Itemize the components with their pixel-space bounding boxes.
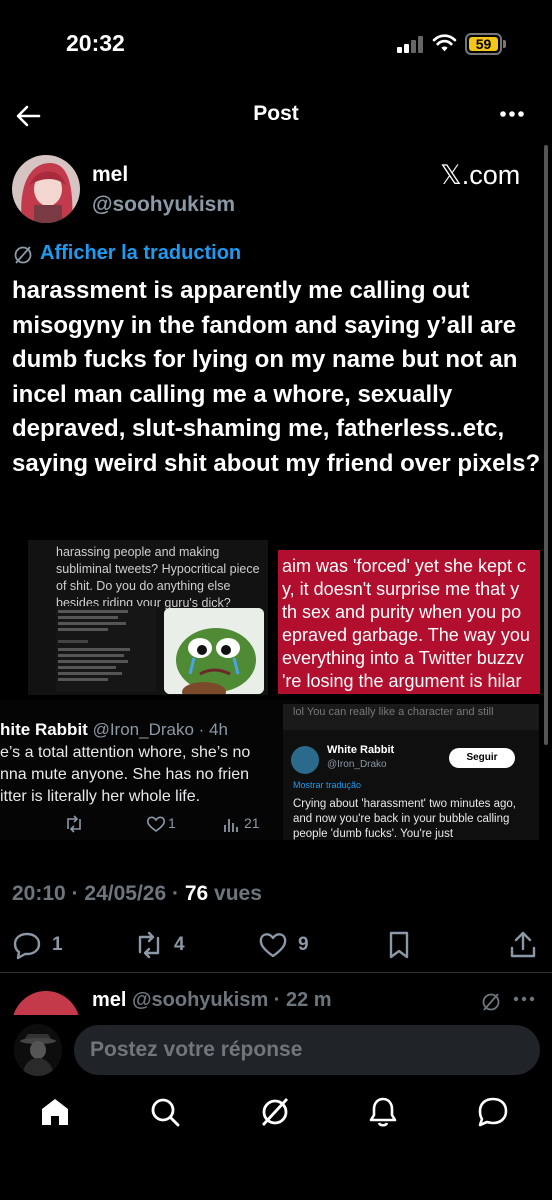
grok-icon bbox=[14, 246, 32, 264]
bookmark-button[interactable] bbox=[384, 925, 414, 965]
battery-level: 59 bbox=[469, 37, 498, 51]
scrollbar[interactable] bbox=[544, 145, 548, 745]
tab-search[interactable] bbox=[148, 1095, 188, 1135]
bottom-tab-bar bbox=[0, 1095, 552, 1145]
media-image-1[interactable]: harassing people and making subliminal t… bbox=[28, 540, 268, 695]
author-handle[interactable]: @soohyukism bbox=[92, 193, 235, 217]
views-label: vues bbox=[214, 882, 262, 905]
media-image-2[interactable]: aim was 'forced' yet she kept c y, it do… bbox=[278, 550, 540, 694]
media-4-follow-button: Seguir bbox=[449, 748, 515, 768]
source-logo: 𝕏.com bbox=[440, 160, 521, 190]
grok-icon[interactable] bbox=[480, 991, 502, 1013]
media-3-line: itter is literally her whole life. bbox=[0, 788, 201, 805]
tab-home[interactable] bbox=[38, 1095, 78, 1135]
reply-preview[interactable]: mel @soohyukism · 22 m bbox=[0, 985, 552, 1015]
reply-input[interactable]: Postez votre réponse bbox=[74, 1025, 540, 1075]
reply-icon bbox=[13, 932, 41, 960]
media-4-body: Crying about 'harassment' two minutes ag… bbox=[293, 798, 517, 840]
media-3-header: hite Rabbit @Iron_Drako · 4h bbox=[0, 720, 228, 740]
media-2-line: epraved garbage. The way you bbox=[282, 625, 530, 645]
message-icon bbox=[478, 1097, 508, 1127]
author-avatar[interactable] bbox=[12, 155, 80, 223]
battery-indicator: 59 bbox=[465, 33, 502, 55]
reply-handle-time: @soohyukism · 22 m bbox=[132, 989, 332, 1011]
media-2-line: everything into a Twitter buzzv bbox=[282, 648, 524, 668]
media-image-3[interactable]: hite Rabbit @Iron_Drako · 4h e’s a total… bbox=[0, 700, 300, 840]
media-4-blurred-text: lol You can really like a character and … bbox=[283, 704, 539, 730]
page-title: Post bbox=[253, 102, 299, 125]
media-image-4[interactable]: lol You can really like a character and … bbox=[283, 704, 539, 840]
retweet-icon bbox=[67, 815, 81, 833]
post-views: 76 bbox=[184, 882, 209, 905]
media-4-handle: @Iron_Drako bbox=[327, 759, 387, 770]
views-icon bbox=[224, 819, 238, 832]
translate-link[interactable]: Afficher la traduction bbox=[40, 242, 241, 265]
media-4-name: White Rabbit bbox=[327, 744, 395, 756]
share-button[interactable] bbox=[508, 925, 538, 965]
more-options-icon[interactable] bbox=[498, 104, 526, 124]
search-icon bbox=[151, 1098, 180, 1127]
tab-messages[interactable] bbox=[476, 1095, 516, 1135]
media-3-views: 21 bbox=[244, 815, 260, 831]
share-icon bbox=[510, 931, 536, 958]
media-1-thumbnail bbox=[56, 606, 156, 692]
repost-count: 4 bbox=[174, 934, 185, 955]
media-2-line: 're losing the argument is hilar bbox=[282, 671, 522, 691]
media-3-handle: @Iron_Drako · 4h bbox=[92, 720, 228, 739]
bell-icon bbox=[369, 1097, 397, 1127]
like-icon bbox=[146, 816, 166, 832]
reply-avatar[interactable] bbox=[12, 991, 80, 1015]
tab-grok[interactable] bbox=[258, 1095, 298, 1135]
media-4-translate: Mostrar tradução bbox=[293, 780, 362, 790]
post-time: 20:10 bbox=[12, 882, 66, 905]
reply-name: mel bbox=[92, 989, 127, 1011]
like-button[interactable]: 9 bbox=[258, 925, 309, 965]
status-time: 20:32 bbox=[66, 30, 125, 56]
author-name[interactable]: mel bbox=[92, 163, 128, 187]
battery-nub bbox=[503, 40, 506, 48]
post-actions: 1 4 9 bbox=[0, 925, 552, 965]
home-icon bbox=[42, 1099, 68, 1125]
media-3-actions: 1 21 bbox=[0, 815, 300, 835]
post-media[interactable]: harassing people and making subliminal t… bbox=[0, 540, 540, 840]
post-date: 24/05/26 bbox=[84, 882, 167, 905]
media-1-text: harassing people and making subliminal t… bbox=[56, 545, 260, 610]
reply-count: 1 bbox=[52, 934, 63, 955]
wifi-icon bbox=[432, 34, 457, 52]
reply-button[interactable]: 1 bbox=[12, 925, 63, 965]
my-avatar[interactable] bbox=[14, 1024, 62, 1076]
heart-icon bbox=[259, 933, 287, 958]
repost-icon bbox=[138, 931, 160, 959]
media-3-likes: 1 bbox=[168, 815, 176, 831]
more-options-icon[interactable] bbox=[512, 995, 536, 1003]
grok-icon bbox=[261, 1098, 289, 1126]
tab-notifications[interactable] bbox=[366, 1095, 406, 1135]
reply-author: mel @soohyukism · 22 m bbox=[92, 989, 332, 1012]
bookmark-icon bbox=[389, 931, 409, 959]
divider bbox=[0, 972, 552, 973]
media-3-line: nna mute anyone. She has no frien bbox=[0, 766, 250, 783]
media-2-line: y, it doesn't surprise me that y bbox=[282, 579, 520, 599]
media-3-name: hite Rabbit bbox=[0, 720, 88, 739]
media-2-line: th sex and purity when you po bbox=[282, 602, 522, 622]
media-2-line: aim was 'forced' yet she kept c bbox=[282, 556, 526, 576]
post-text: harassment is apparently me calling out … bbox=[12, 277, 541, 477]
like-count: 9 bbox=[298, 934, 309, 955]
signal-icon bbox=[397, 36, 425, 53]
post-meta: 20:10 · 24/05/26 · 76 vues bbox=[12, 882, 262, 905]
media-4-avatar bbox=[291, 746, 319, 774]
media-1-meme-image bbox=[164, 608, 264, 694]
repost-button[interactable]: 4 bbox=[134, 925, 185, 965]
media-3-line: e’s a total attention whore, she’s no bbox=[0, 744, 251, 761]
